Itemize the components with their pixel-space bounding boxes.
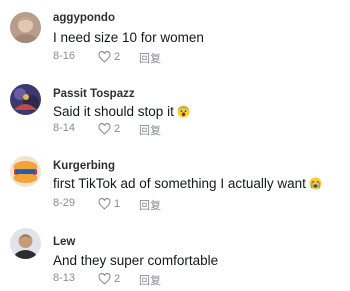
heart-icon [98,198,111,210]
like-count: 2 [114,51,121,63]
comment-date: 8-29 [53,197,76,209]
comment-text-content: first TikTok ad of something I actually … [53,176,306,191]
comment-text: Said it should stop it [53,104,190,119]
reply-button[interactable]: 回复 [139,50,161,66]
comment-date: 8-16 [53,50,76,62]
like-count: 2 [114,123,121,135]
comment-date: 8-14 [53,122,76,134]
avatar[interactable] [10,12,41,43]
heart-icon [98,273,111,285]
reply-button[interactable]: 回复 [139,272,161,288]
comment-date: 8-13 [53,272,76,284]
comment-text: I need size 10 for women [53,30,204,45]
like-button[interactable]: 1 [98,197,120,211]
comment-username[interactable]: Lew [53,236,75,248]
comment-item: Lew And they super comfortable 8-13 2 回复 [0,218,350,291]
reply-button[interactable]: 回复 [139,122,161,138]
avatar[interactable] [10,228,41,259]
crying-face-emoji [309,177,322,190]
reply-button[interactable]: 回复 [139,197,161,213]
heart-icon [98,123,111,135]
like-button[interactable]: 2 [98,272,120,286]
comment-username[interactable]: aggypondo [53,12,115,24]
like-button[interactable]: 2 [98,122,120,136]
comment-text: first TikTok ad of something I actually … [53,176,322,191]
comment-username[interactable]: Passit Tospazz [53,88,135,100]
like-count: 2 [114,273,121,285]
comment-username[interactable]: Kurgerbing [53,160,115,172]
comment-text: And they super comfortable [53,253,219,268]
avatar[interactable] [10,84,41,115]
scared-face-emoji [177,105,190,118]
like-button[interactable]: 2 [98,50,120,64]
comment-text-content: Said it should stop it [53,104,174,119]
comment-item: aggypondo I need size 10 for women 8-16 … [0,0,350,70]
comment-item: Passit Tospazz Said it should stop it 8-… [0,76,350,146]
like-count: 1 [114,198,121,210]
avatar[interactable] [10,156,41,187]
comment-item: Kurgerbing first TikTok ad of something … [0,148,350,218]
heart-icon [98,51,111,63]
